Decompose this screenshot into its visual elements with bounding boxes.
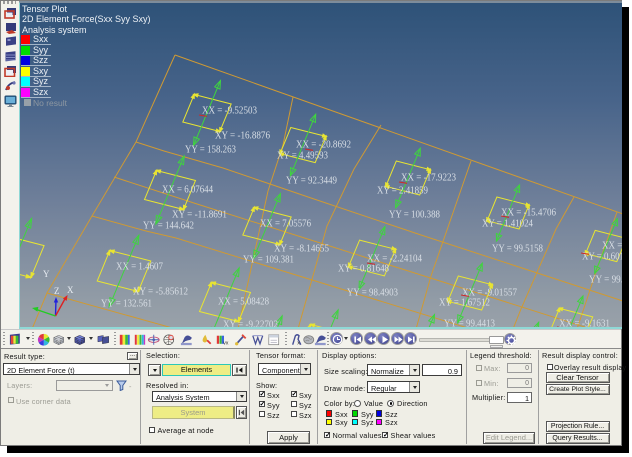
svg-text:XX = -9.52503: XX = -9.52503 xyxy=(202,106,257,117)
svg-text:XY = 2.41859: XY = 2.41859 xyxy=(377,186,428,197)
svg-text:XY = -5.85612: XY = -5.85612 xyxy=(133,287,188,298)
svg-text:XX = 1.4607: XX = 1.4607 xyxy=(116,262,163,273)
svg-text:Z: Z xyxy=(54,286,60,296)
svg-text:XY = 4.49593: XY = 4.49593 xyxy=(277,151,328,162)
svg-text:x: x xyxy=(297,340,300,346)
svg-text:XX = -17.9223: XX = -17.9223 xyxy=(401,173,456,184)
svg-text:XY = 1.41024: XY = 1.41024 xyxy=(482,219,533,230)
svg-text:YY = 109.381: YY = 109.381 xyxy=(243,255,294,266)
svg-text:XX = 5.08428: XX = 5.08428 xyxy=(218,297,269,308)
svg-text:XY = -8.14655: XY = -8.14655 xyxy=(274,244,329,255)
svg-text:YY = 99.4413: YY = 99.4413 xyxy=(444,319,495,328)
svg-text:YY = 99.: YY = 99. xyxy=(589,275,622,286)
svg-text:XX = -1: XX = -1 xyxy=(602,241,622,252)
svg-text:X: X xyxy=(67,285,74,295)
svg-text:XX = 6.07644: XX = 6.07644 xyxy=(162,185,213,196)
svg-text:YY = 132.561: YY = 132.561 xyxy=(101,299,152,310)
svg-text:XY = 0.601: XY = 0.601 xyxy=(582,252,622,263)
svg-text:XY = -11.8691: XY = -11.8691 xyxy=(172,210,227,221)
svg-text:XX = -15.4706: XX = -15.4706 xyxy=(501,208,556,219)
svg-text:XY = 1.67512: XY = 1.67512 xyxy=(439,298,490,309)
svg-text:Y: Y xyxy=(43,269,50,279)
svg-text:YY = 144.642: YY = 144.642 xyxy=(143,221,194,232)
svg-text:YY = 158.263: YY = 158.263 xyxy=(185,145,236,156)
svg-text:YY = 98.4903: YY = 98.4903 xyxy=(347,288,398,299)
svg-text:XY = -16.8876: XY = -16.8876 xyxy=(215,131,270,142)
svg-text:YY = 99.5158: YY = 99.5158 xyxy=(492,244,543,255)
svg-text:YY = 92.3449: YY = 92.3449 xyxy=(286,176,337,187)
svg-text:XY = -9.22702: XY = -9.22702 xyxy=(223,320,278,328)
svg-text:YY = 100.388: YY = 100.388 xyxy=(389,210,440,221)
svg-text:vx: vx xyxy=(223,340,228,346)
svg-text:XX = -9.1631: XX = -9.1631 xyxy=(559,319,610,328)
svg-text:XX = -20.8692: XX = -20.8692 xyxy=(296,140,351,151)
svg-text:XY = 0.81648: XY = 0.81648 xyxy=(338,264,389,275)
svg-text:XX = 7.05576: XX = 7.05576 xyxy=(260,219,311,230)
